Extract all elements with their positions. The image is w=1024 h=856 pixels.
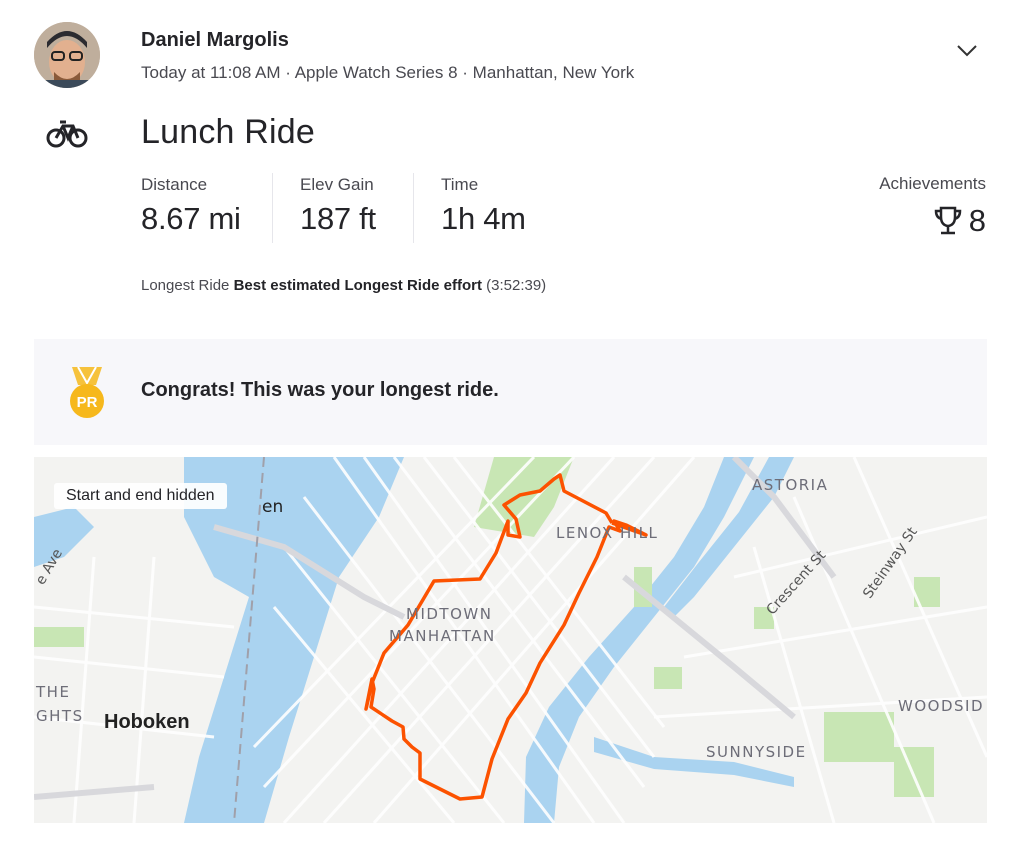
stat-label: Time bbox=[441, 175, 479, 194]
stat-value: 8.67 mi bbox=[141, 201, 241, 236]
stat-distance: Distance 8.67 mi bbox=[141, 175, 241, 237]
stat-time: Time 1h 4m bbox=[441, 175, 526, 237]
achievements-value: 8 bbox=[968, 203, 986, 238]
stat-value: 187 ft bbox=[300, 201, 376, 236]
map-canvas bbox=[34, 457, 987, 823]
banner-text: Congrats! This was your longest ride. bbox=[141, 379, 499, 401]
map-label-hoboken: Hoboken bbox=[104, 711, 190, 733]
pr-medal-icon: PR bbox=[70, 366, 104, 418]
effort-time: (3:52:39) bbox=[486, 277, 547, 294]
avatar[interactable] bbox=[34, 22, 100, 88]
divider bbox=[272, 173, 273, 243]
effort-highlight: Best estimated Longest Ride effort bbox=[233, 277, 482, 294]
effort-line: Longest Ride Best estimated Longest Ride… bbox=[141, 277, 546, 294]
map-label-midtown: MIDTOWN bbox=[406, 605, 493, 623]
activity-meta: Today at 11:08 AM · Apple Watch Series 8… bbox=[141, 63, 635, 82]
achievements-label: Achievements bbox=[879, 174, 986, 193]
athlete-name[interactable]: Daniel Margolis bbox=[141, 29, 289, 52]
pr-medal-text: PR bbox=[77, 394, 98, 411]
map-label-woodside: WOODSID bbox=[898, 697, 984, 715]
chevron-down-icon[interactable] bbox=[955, 40, 979, 60]
stat-label: Distance bbox=[141, 175, 208, 194]
stat-label: Elev Gain bbox=[300, 175, 374, 194]
map-label-astoria: ASTORIA bbox=[752, 476, 829, 494]
stat-value: 1h 4m bbox=[441, 201, 526, 236]
map-label-sunnyside: SUNNYSIDE bbox=[706, 743, 807, 761]
achievements-count[interactable]: 8 bbox=[933, 203, 986, 239]
bike-icon bbox=[46, 120, 88, 148]
map-label-ghts: GHTS bbox=[36, 707, 84, 725]
map-label-manhattan: MANHATTAN bbox=[389, 627, 496, 645]
trophy-icon bbox=[934, 206, 962, 235]
stat-elev-gain: Elev Gain 187 ft bbox=[300, 175, 376, 237]
pr-banner: PR Congrats! This was your longest ride. bbox=[34, 339, 987, 445]
avatar-photo bbox=[34, 22, 100, 88]
map-label-lenox-hill: LENOX HILL bbox=[556, 524, 659, 542]
map-label-en: en bbox=[262, 497, 284, 517]
map-label-the: THE bbox=[36, 683, 71, 701]
effort-prefix: Longest Ride bbox=[141, 277, 230, 294]
divider bbox=[413, 173, 414, 243]
activity-title: Lunch Ride bbox=[141, 113, 316, 151]
route-map[interactable]: Start and end hidden ASTORIA LENOX HILL … bbox=[34, 457, 987, 823]
map-privacy-chip: Start and end hidden bbox=[54, 483, 227, 509]
